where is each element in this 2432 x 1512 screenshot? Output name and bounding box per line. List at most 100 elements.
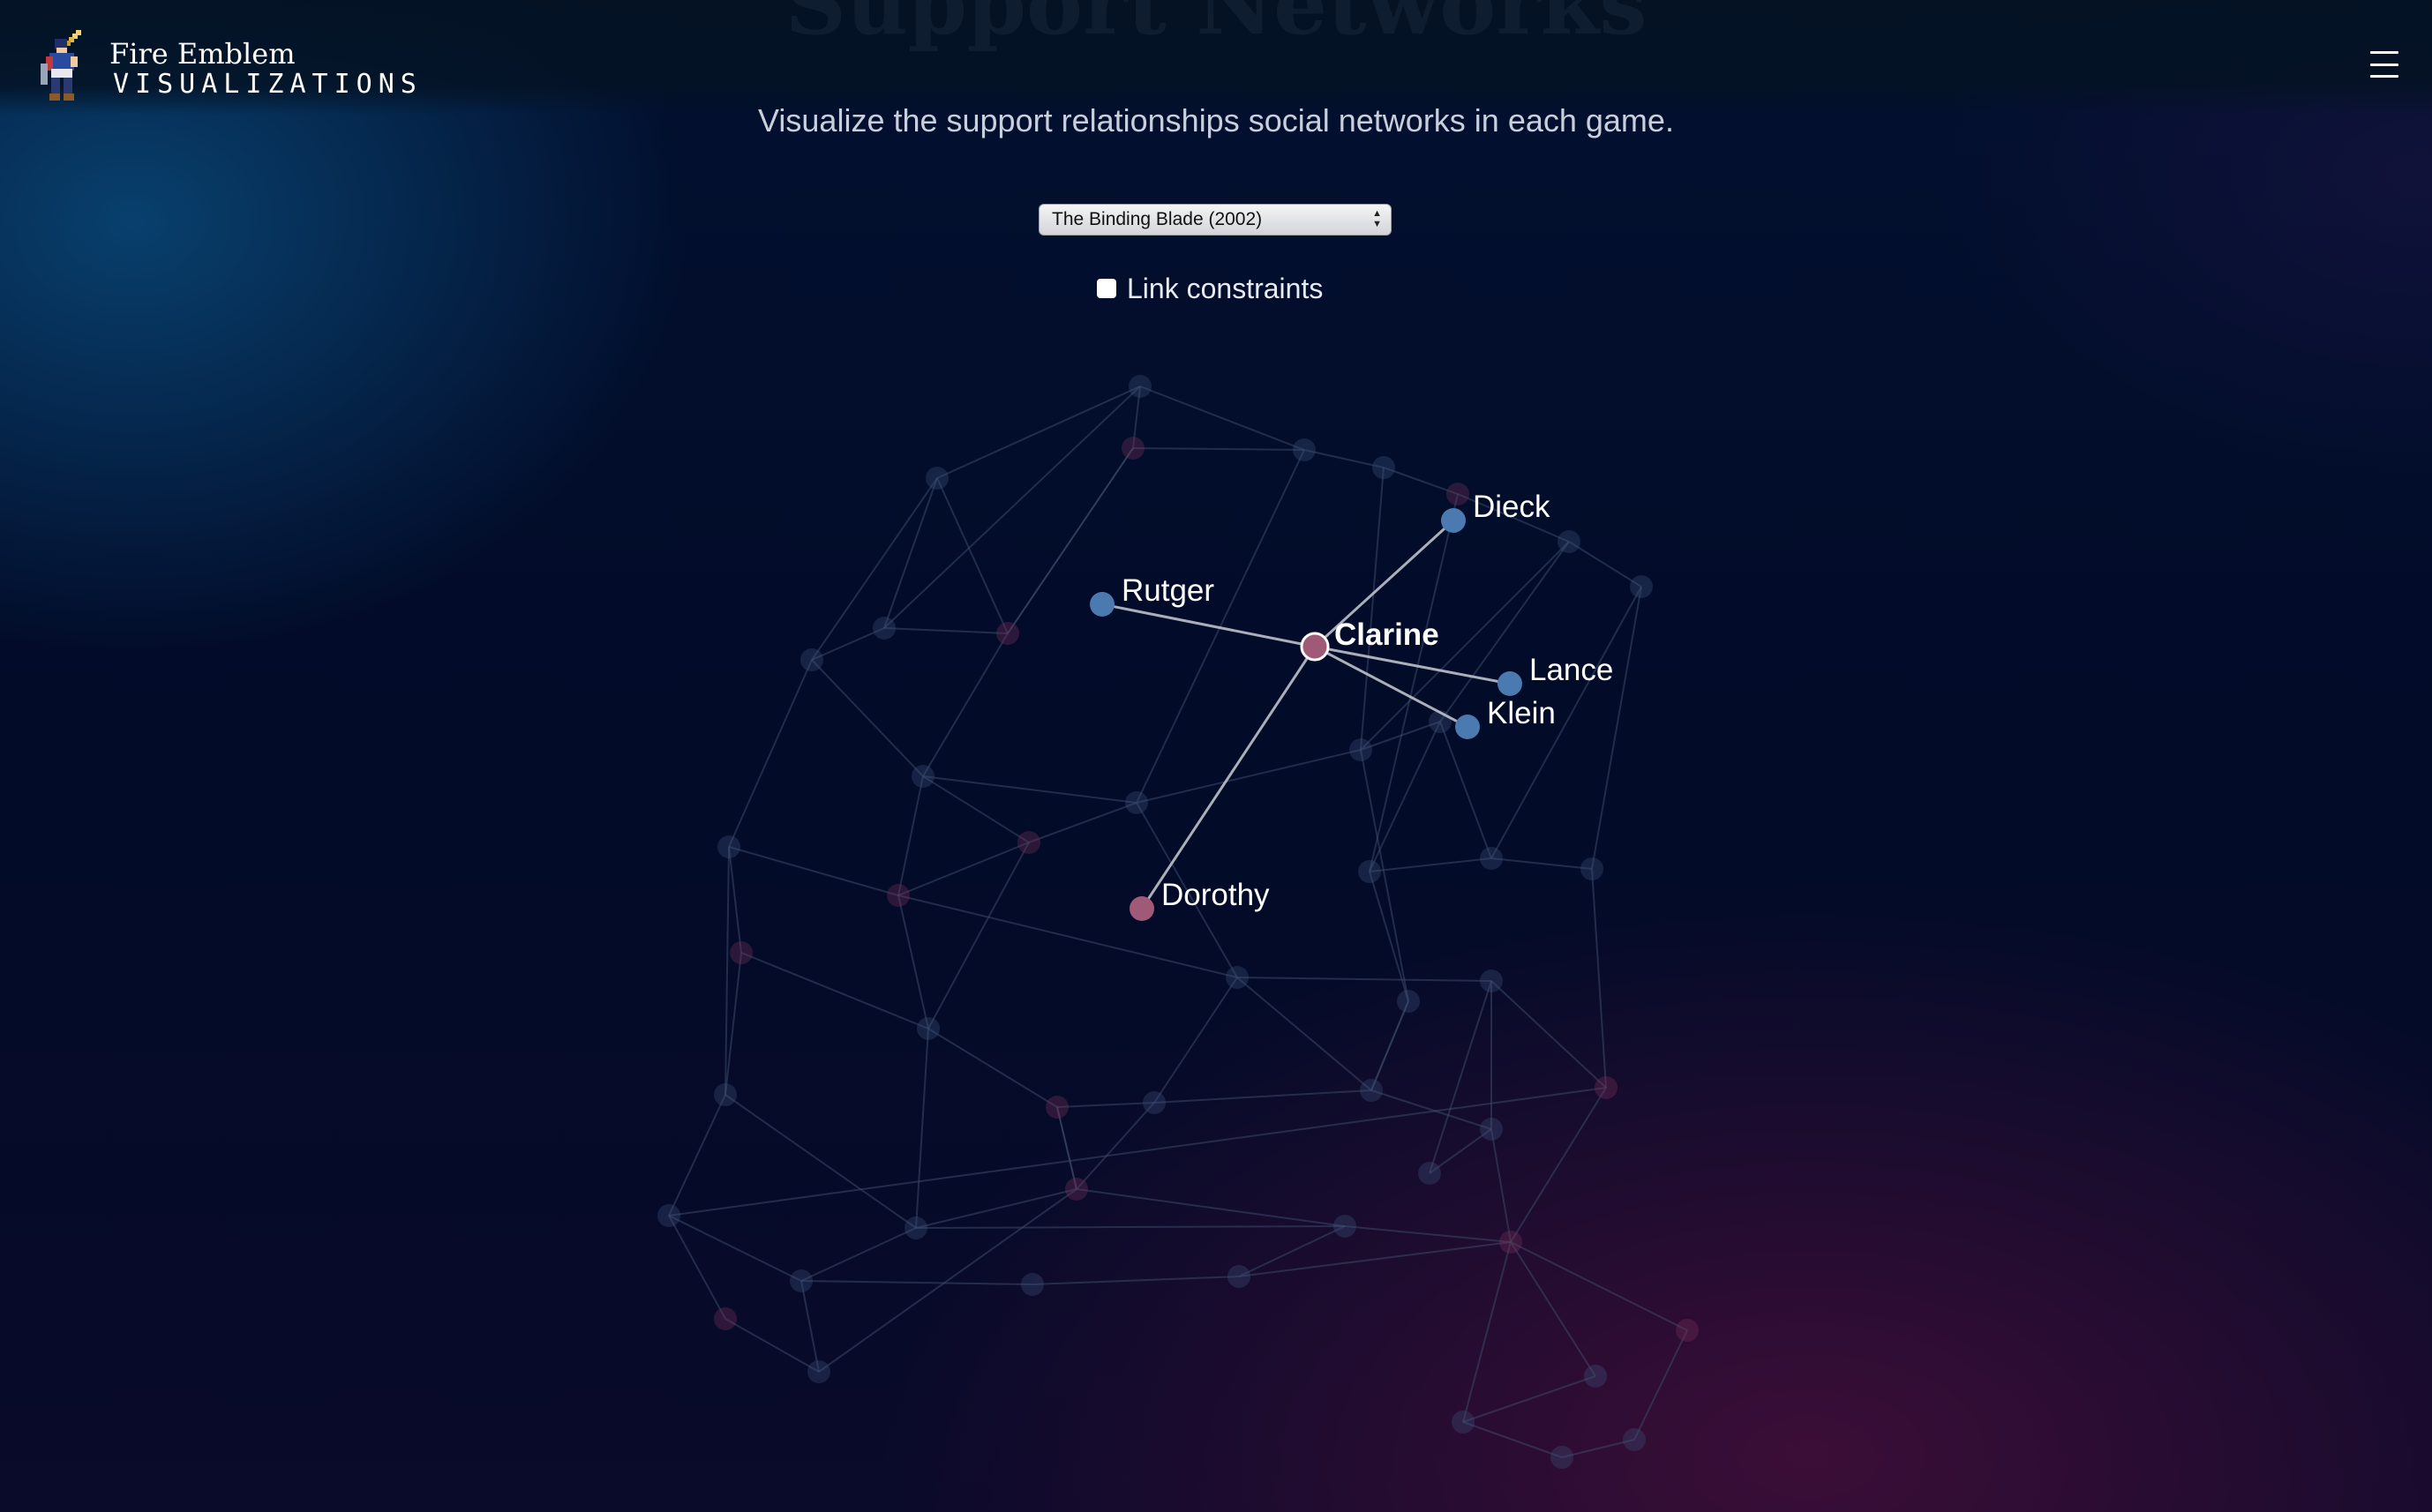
background-node[interactable] <box>873 617 896 640</box>
background-link <box>1238 1241 1512 1277</box>
background-node[interactable] <box>917 1017 940 1040</box>
support-link <box>1101 603 1316 648</box>
background-node[interactable] <box>1480 847 1503 870</box>
background-link <box>883 477 938 629</box>
site-logo[interactable]: Fire Emblem VISUALIZATIONS <box>34 28 423 109</box>
background-node[interactable] <box>1122 437 1145 460</box>
background-node[interactable] <box>1358 860 1381 883</box>
background-node[interactable] <box>1397 990 1420 1013</box>
node-label-dieck: Dieck <box>1473 490 1550 524</box>
background-node[interactable] <box>730 941 753 964</box>
game-select-dropdown[interactable]: The Binding Blade (2002) ▲ ▼ <box>1039 204 1392 236</box>
background-link <box>915 1225 1346 1229</box>
background-node[interactable] <box>887 884 910 907</box>
background-node[interactable] <box>1372 456 1395 479</box>
background-link <box>1462 1241 1512 1423</box>
background-node[interactable] <box>926 467 949 490</box>
background-link <box>936 477 1009 634</box>
background-link <box>1370 1089 1492 1130</box>
background-link <box>1510 1241 1596 1377</box>
background-link <box>1633 1329 1688 1441</box>
logo-subtitle: VISUALIZATIONS <box>113 69 423 100</box>
background-node[interactable] <box>996 622 1019 645</box>
background-node[interactable] <box>1558 530 1580 553</box>
background-node[interactable] <box>1580 857 1603 880</box>
background-node[interactable] <box>1630 575 1653 598</box>
background-node[interactable] <box>1065 1178 1088 1201</box>
node-dorothy[interactable] <box>1130 896 1154 921</box>
background-node[interactable] <box>714 1307 737 1330</box>
background-node[interactable] <box>1046 1096 1069 1119</box>
background-link <box>915 1028 929 1229</box>
link-constraints-checkbox[interactable] <box>1097 279 1116 298</box>
background-node[interactable] <box>807 1360 830 1383</box>
background-node[interactable] <box>1446 483 1469 505</box>
background-node[interactable] <box>912 765 935 788</box>
background-link <box>883 385 1141 629</box>
background-link <box>1344 1225 1512 1243</box>
background-node[interactable] <box>1480 969 1503 992</box>
background-node[interactable] <box>1623 1428 1646 1451</box>
node-klein[interactable] <box>1455 715 1480 739</box>
background-node[interactable] <box>1349 738 1372 761</box>
background-link <box>1462 1421 1563 1458</box>
background-link <box>1591 868 1607 1089</box>
background-node[interactable] <box>714 1083 737 1106</box>
background-node[interactable] <box>1129 375 1152 398</box>
node-rutger[interactable] <box>1090 592 1115 617</box>
background-node[interactable] <box>1021 1273 1044 1296</box>
background-link <box>728 846 742 954</box>
background-link <box>1303 449 1385 468</box>
background-node[interactable] <box>1452 1411 1475 1433</box>
background-node[interactable] <box>1293 438 1316 461</box>
page-subtitle: Visualize the support relationships soci… <box>758 102 1674 138</box>
background-node[interactable] <box>1360 1079 1383 1102</box>
background-link <box>668 1215 726 1320</box>
background-node[interactable] <box>1333 1215 1356 1238</box>
node-dieck[interactable] <box>1441 508 1466 533</box>
background-link <box>724 1094 917 1229</box>
background-link <box>1028 802 1137 843</box>
background-node[interactable] <box>1499 1231 1522 1254</box>
background-link <box>811 659 924 777</box>
background-link <box>1139 385 1305 451</box>
background-link <box>1439 721 1492 859</box>
background-node[interactable] <box>1143 1091 1166 1114</box>
background-link <box>668 1094 726 1216</box>
node-lance[interactable] <box>1497 671 1522 696</box>
background-node[interactable] <box>1226 966 1249 989</box>
background-link <box>922 775 1137 804</box>
background-link <box>800 1227 917 1282</box>
background-node[interactable] <box>800 648 823 671</box>
background-node[interactable] <box>1125 791 1148 814</box>
background-link <box>1369 871 1409 1002</box>
background-node[interactable] <box>1017 831 1040 854</box>
background-node[interactable] <box>1676 1319 1699 1342</box>
hamburger-menu-icon[interactable] <box>2370 51 2398 78</box>
background-node[interactable] <box>1550 1446 1573 1469</box>
background-node[interactable] <box>1480 1118 1503 1141</box>
background-link <box>1490 980 1607 1089</box>
background-link <box>1510 1241 1688 1331</box>
background-link <box>936 385 1141 479</box>
background-link <box>1510 1087 1607 1243</box>
background-link <box>922 632 1009 777</box>
node-clarine[interactable] <box>1300 632 1330 662</box>
background-node[interactable] <box>1595 1076 1618 1099</box>
background-node[interactable] <box>717 835 740 858</box>
lord-sprite-icon <box>41 30 81 101</box>
background-link <box>1153 1089 1372 1104</box>
logo-title: Fire Emblem <box>109 37 296 71</box>
background-node[interactable] <box>1584 1365 1607 1388</box>
background-node[interactable] <box>657 1204 680 1227</box>
link-constraints-toggle[interactable]: Link constraints <box>1097 271 1323 306</box>
background-link <box>1136 449 1305 804</box>
background-link <box>668 1087 1607 1216</box>
background-link <box>1591 586 1642 870</box>
background-node[interactable] <box>1227 1265 1250 1288</box>
background-link <box>927 1028 1058 1108</box>
background-node[interactable] <box>904 1216 927 1239</box>
background-node[interactable] <box>1418 1162 1441 1185</box>
background-link <box>724 1318 820 1373</box>
background-node[interactable] <box>790 1269 813 1292</box>
